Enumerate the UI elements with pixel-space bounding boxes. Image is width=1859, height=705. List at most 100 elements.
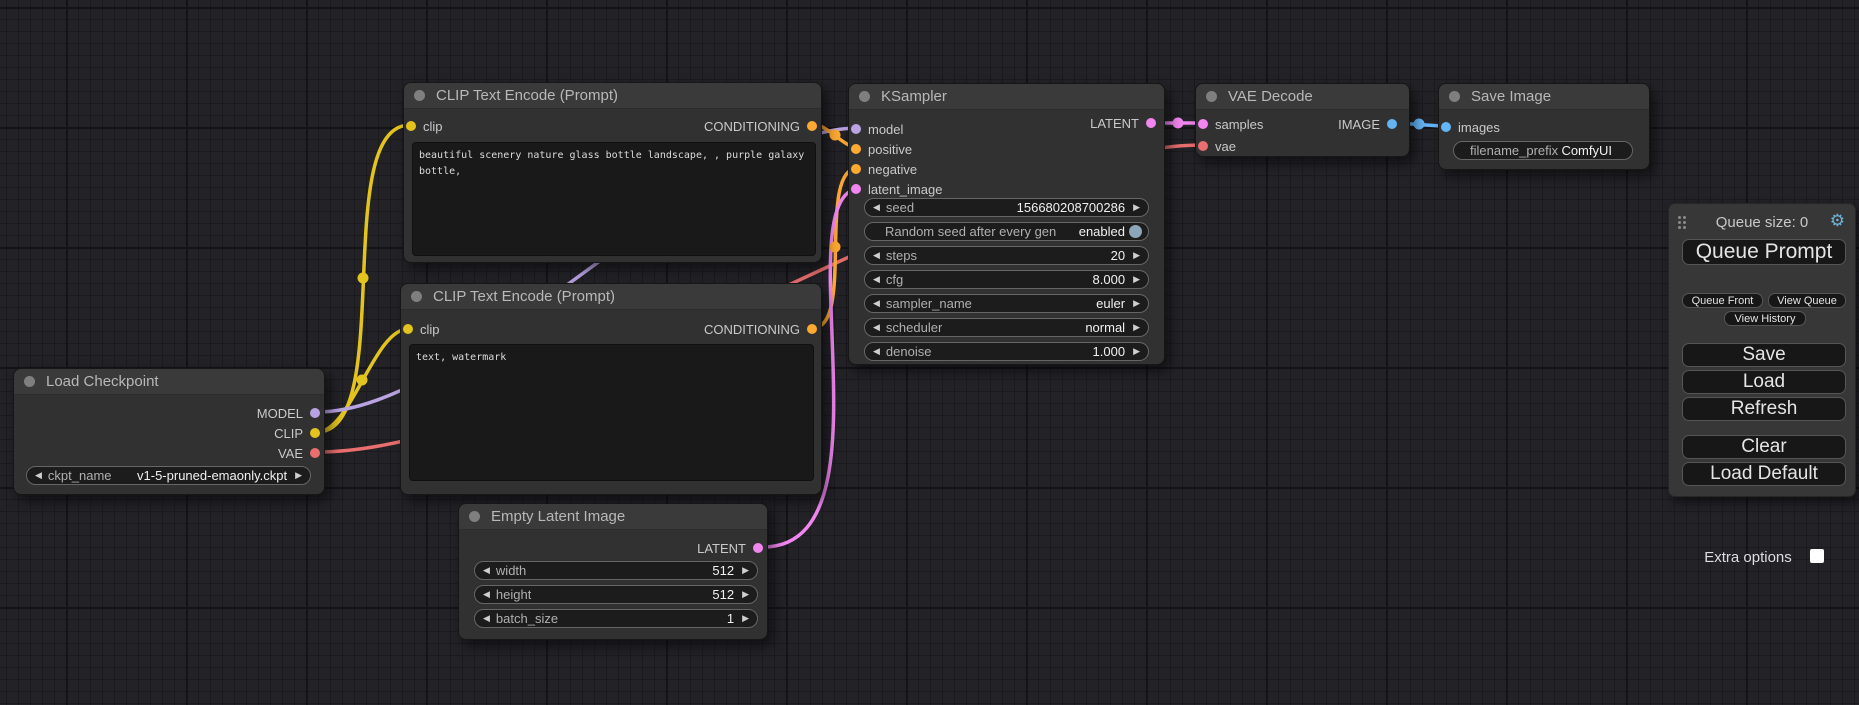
- node-titlebar[interactable]: Empty Latent Image: [459, 504, 767, 530]
- widget-value: 8.000: [1093, 272, 1126, 287]
- collapse-dot-icon[interactable]: [1206, 91, 1217, 102]
- clip-output-port[interactable]: [310, 428, 320, 438]
- batch-size-widget[interactable]: ◀ batch_size 1 ▶: [474, 609, 758, 628]
- collapse-dot-icon[interactable]: [859, 91, 870, 102]
- latent-image-input-port[interactable]: [851, 184, 861, 194]
- step-left-icon[interactable]: ◀: [483, 590, 490, 599]
- node-empty-latent-image[interactable]: Empty Latent Image LATENT ◀ width 512 ▶ …: [458, 503, 768, 640]
- extra-options-checkbox[interactable]: [1810, 549, 1824, 563]
- ckpt-name-widget[interactable]: ◀ ckpt_name v1-5-pruned-emaonly.ckpt ▶: [26, 466, 311, 485]
- step-right-icon[interactable]: ▶: [1133, 251, 1140, 260]
- steps-widget[interactable]: ◀ steps 20 ▶: [864, 246, 1149, 265]
- clip-input-port[interactable]: [403, 324, 413, 334]
- node-clip-text-encode-positive[interactable]: CLIP Text Encode (Prompt) clip CONDITION…: [403, 82, 822, 263]
- node-titlebar[interactable]: VAE Decode: [1196, 84, 1409, 110]
- output-label-latent: LATENT: [697, 541, 746, 556]
- load-default-button[interactable]: Load Default: [1682, 462, 1846, 486]
- collapse-dot-icon[interactable]: [1449, 91, 1460, 102]
- node-clip-text-encode-negative[interactable]: CLIP Text Encode (Prompt) clip CONDITION…: [400, 283, 822, 495]
- image-output-port[interactable]: [1387, 119, 1397, 129]
- widget-value: 1: [727, 611, 734, 626]
- step-left-icon[interactable]: ◀: [873, 251, 880, 260]
- input-label-positive: positive: [868, 142, 912, 157]
- step-left-icon[interactable]: ◀: [873, 347, 880, 356]
- clip-input-port[interactable]: [406, 121, 416, 131]
- vae-output-port[interactable]: [310, 448, 320, 458]
- width-widget[interactable]: ◀ width 512 ▶: [474, 561, 758, 580]
- node-titlebar[interactable]: Load Checkpoint: [14, 369, 324, 395]
- step-left-icon[interactable]: ◀: [483, 614, 490, 623]
- toggle-knob-icon[interactable]: [1129, 225, 1142, 238]
- gear-icon[interactable]: ⚙: [1830, 212, 1845, 229]
- model-output-port[interactable]: [310, 408, 320, 418]
- prompt-textarea[interactable]: text, watermark: [409, 344, 814, 481]
- node-titlebar[interactable]: CLIP Text Encode (Prompt): [401, 284, 821, 310]
- random-seed-toggle-widget[interactable]: Random seed after every gen enabled: [864, 222, 1149, 241]
- collapse-dot-icon[interactable]: [24, 376, 35, 387]
- widget-label: scheduler: [886, 320, 942, 335]
- queue-front-button[interactable]: Queue Front: [1682, 293, 1763, 308]
- input-label-images: images: [1458, 120, 1500, 135]
- positive-input-port[interactable]: [851, 144, 861, 154]
- step-left-icon[interactable]: ◀: [873, 275, 880, 284]
- refresh-button[interactable]: Refresh: [1682, 397, 1846, 421]
- step-right-icon[interactable]: ▶: [1133, 275, 1140, 284]
- queue-prompt-button[interactable]: Queue Prompt: [1682, 239, 1846, 265]
- step-left-icon[interactable]: ◀: [873, 299, 880, 308]
- node-save-image[interactable]: Save Image images filename_prefix ComfyU…: [1438, 83, 1650, 170]
- step-right-icon[interactable]: ▶: [295, 471, 302, 480]
- step-right-icon[interactable]: ▶: [1133, 203, 1140, 212]
- collapse-dot-icon[interactable]: [469, 511, 480, 522]
- widget-value: v1-5-pruned-emaonly.ckpt: [137, 468, 287, 483]
- widget-label: ckpt_name: [48, 468, 112, 483]
- save-button[interactable]: Save: [1682, 343, 1846, 367]
- sampler-name-widget[interactable]: ◀ sampler_name euler ▶: [864, 294, 1149, 313]
- view-queue-button[interactable]: View Queue: [1768, 293, 1846, 308]
- samples-input-port[interactable]: [1198, 119, 1208, 129]
- step-right-icon[interactable]: ▶: [1133, 347, 1140, 356]
- widget-value: euler: [1096, 296, 1125, 311]
- step-left-icon[interactable]: ◀: [483, 566, 490, 575]
- conditioning-output-port[interactable]: [807, 121, 817, 131]
- latent-output-port[interactable]: [1146, 118, 1156, 128]
- collapse-dot-icon[interactable]: [411, 291, 422, 302]
- input-label-vae: vae: [1215, 139, 1236, 154]
- cfg-widget[interactable]: ◀ cfg 8.000 ▶: [864, 270, 1149, 289]
- clear-button[interactable]: Clear: [1682, 435, 1846, 459]
- images-input-port[interactable]: [1441, 122, 1451, 132]
- latent-output-port[interactable]: [753, 543, 763, 553]
- step-left-icon[interactable]: ◀: [35, 471, 42, 480]
- denoise-widget[interactable]: ◀ denoise 1.000 ▶: [864, 342, 1149, 361]
- input-label-model: model: [868, 122, 903, 137]
- step-right-icon[interactable]: ▶: [742, 566, 749, 575]
- node-ksampler[interactable]: KSampler LATENT model positive negative …: [848, 83, 1165, 365]
- step-left-icon[interactable]: ◀: [873, 203, 880, 212]
- filename-prefix-widget[interactable]: filename_prefix ComfyUI: [1453, 141, 1633, 160]
- prompt-textarea[interactable]: beautiful scenery nature glass bottle la…: [412, 142, 816, 256]
- output-label-conditioning: CONDITIONING: [704, 322, 800, 337]
- input-label-clip: clip: [423, 119, 443, 134]
- negative-input-port[interactable]: [851, 164, 861, 174]
- load-button[interactable]: Load: [1682, 370, 1846, 394]
- seed-widget[interactable]: ◀ seed 156680208700286 ▶: [864, 198, 1149, 217]
- widget-label: batch_size: [496, 611, 558, 626]
- node-titlebar[interactable]: Save Image: [1439, 84, 1649, 110]
- step-right-icon[interactable]: ▶: [742, 614, 749, 623]
- vae-input-port[interactable]: [1198, 141, 1208, 151]
- step-right-icon[interactable]: ▶: [1133, 299, 1140, 308]
- model-input-port[interactable]: [851, 124, 861, 134]
- step-right-icon[interactable]: ▶: [1133, 323, 1140, 332]
- step-left-icon[interactable]: ◀: [873, 323, 880, 332]
- link-dot: [358, 273, 369, 284]
- collapse-dot-icon[interactable]: [414, 90, 425, 101]
- scheduler-widget[interactable]: ◀ scheduler normal ▶: [864, 318, 1149, 337]
- height-widget[interactable]: ◀ height 512 ▶: [474, 585, 758, 604]
- view-history-button[interactable]: View History: [1724, 311, 1806, 326]
- step-right-icon[interactable]: ▶: [742, 590, 749, 599]
- node-titlebar[interactable]: KSampler: [849, 84, 1164, 110]
- node-title: Empty Latent Image: [491, 508, 625, 525]
- conditioning-output-port[interactable]: [807, 324, 817, 334]
- node-vae-decode[interactable]: VAE Decode samples IMAGE vae: [1195, 83, 1410, 157]
- node-titlebar[interactable]: CLIP Text Encode (Prompt): [404, 83, 821, 109]
- node-load-checkpoint[interactable]: Load Checkpoint MODEL CLIP VAE ◀ ckpt_na…: [13, 368, 325, 495]
